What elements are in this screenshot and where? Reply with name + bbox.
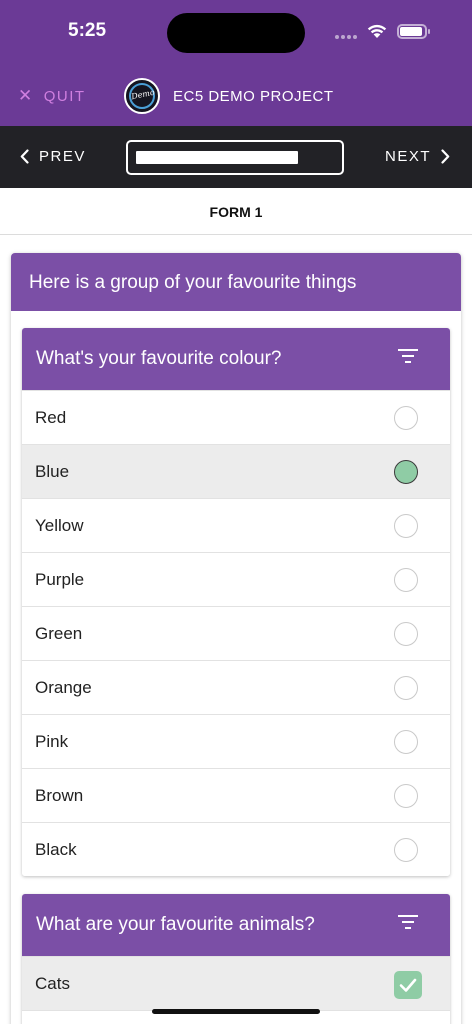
group-card: Here is a group of your favourite things… [11, 253, 461, 1024]
chevron-right-icon [441, 149, 450, 164]
radio-button-selected[interactable] [394, 460, 418, 484]
option-label: Yellow [35, 516, 84, 535]
option-label: Brown [35, 786, 84, 805]
prev-label: PREV [39, 148, 86, 165]
home-indicator [152, 1009, 320, 1014]
project-logo: Demo [124, 78, 160, 114]
radio-button[interactable] [394, 730, 418, 754]
app-header: 5:25 ✕ QUIT Demo EC5 DEMO PROJECT [0, 0, 472, 126]
option-label: Purple [35, 570, 85, 589]
radio-button[interactable] [394, 676, 418, 700]
prev-button[interactable]: PREV [20, 148, 86, 165]
form-name: FORM 1 [0, 188, 472, 235]
option-pink[interactable]: Pink [22, 714, 450, 768]
option-orange[interactable]: Orange [22, 660, 450, 714]
option-label: Black [35, 840, 77, 859]
status-time: 5:25 [68, 20, 107, 41]
filter-icon[interactable] [398, 349, 418, 363]
option-black[interactable]: Black [22, 822, 450, 876]
question-header: What's your favourite colour? [22, 328, 450, 390]
option-cats[interactable]: Cats [22, 956, 450, 1010]
chevron-left-icon [20, 149, 29, 164]
radio-button[interactable] [394, 622, 418, 646]
group-title: Here is a group of your favourite things [11, 253, 461, 311]
radio-button[interactable] [394, 406, 418, 430]
progress-bar [126, 140, 344, 175]
wifi-icon [367, 24, 387, 38]
question-title: What's your favourite colour? [36, 348, 282, 369]
radio-button[interactable] [394, 568, 418, 592]
question-header: What are your favourite animals? [22, 894, 450, 956]
option-yellow[interactable]: Yellow [22, 498, 450, 552]
quit-label: QUIT [43, 87, 86, 105]
radio-button[interactable] [394, 514, 418, 538]
progress-fill [136, 151, 298, 164]
option-label: Red [35, 408, 67, 427]
option-label: Green [35, 624, 83, 643]
option-label: Blue [35, 462, 70, 481]
option-green[interactable]: Green [22, 606, 450, 660]
option-red[interactable]: Red [22, 390, 450, 444]
option-label: Orange [35, 678, 92, 697]
battery-icon [397, 24, 430, 39]
option-brown[interactable]: Brown [22, 768, 450, 822]
option-purple[interactable]: Purple [22, 552, 450, 606]
filter-icon[interactable] [398, 915, 418, 929]
question-favourite-colour: What's your favourite colour? Red Blue Y… [22, 328, 450, 876]
option-label: Pink [35, 732, 69, 751]
next-label: NEXT [384, 148, 431, 165]
form-navigation-bar: PREV NEXT [0, 126, 472, 188]
screen: 5:25 ✕ QUIT Demo EC5 DEMO PROJECT PREV N… [0, 0, 472, 1024]
dynamic-island [167, 13, 305, 53]
checkmark-icon [399, 978, 417, 992]
radio-button[interactable] [394, 784, 418, 808]
quit-button[interactable]: ✕ QUIT [18, 86, 86, 106]
project-title: EC5 DEMO PROJECT [173, 88, 334, 105]
option-label: Cats [35, 974, 70, 993]
question-title: What are your favourite animals? [36, 914, 315, 935]
next-button[interactable]: NEXT [385, 148, 450, 165]
checkbox-checked[interactable] [394, 971, 422, 999]
option-blue[interactable]: Blue [22, 444, 450, 498]
question-favourite-animals: What are your favourite animals? Cats [22, 894, 450, 1024]
cellular-signal-icon [335, 35, 359, 39]
radio-button[interactable] [394, 838, 418, 862]
close-icon: ✕ [18, 86, 34, 105]
